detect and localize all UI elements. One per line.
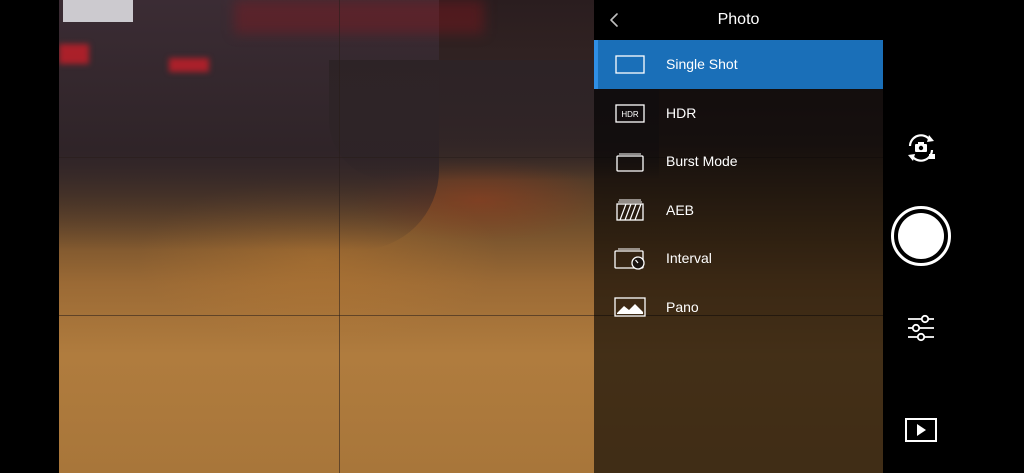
- photo-mode-list: Single Shot HDR HDR Burst Mode AEB Inter…: [594, 40, 883, 331]
- photo-mode-title: Photo: [717, 11, 760, 28]
- mode-item-burst-mode[interactable]: Burst Mode: [594, 137, 883, 186]
- viewfinder-scene-red-light: [169, 58, 209, 72]
- mode-label-interval: Interval: [666, 250, 712, 267]
- mode-label-single-shot: Single Shot: [666, 56, 738, 73]
- camera-screen: Photo Single Shot HDR HDR Burst Mode AEB…: [0, 0, 1024, 473]
- camera-settings-button[interactable]: [905, 312, 937, 344]
- camera-switch-icon: [908, 134, 935, 162]
- burst-mode-icon: [616, 153, 644, 172]
- mode-label-aeb: AEB: [666, 201, 695, 218]
- mode-item-interval[interactable]: Interval: [594, 234, 883, 283]
- viewfinder-scene-red-light: [59, 44, 89, 64]
- single-shot-icon: [615, 55, 645, 74]
- mode-item-single-shot[interactable]: Single Shot: [594, 40, 883, 89]
- hdr-icon-text: HDR: [621, 110, 639, 119]
- mode-item-pano[interactable]: Pano: [594, 283, 883, 332]
- mode-label-pano: Pano: [666, 298, 699, 315]
- shutter-icon: [898, 213, 944, 259]
- viewfinder-scene-red-glow: [234, 0, 484, 34]
- back-button[interactable]: [600, 6, 628, 34]
- sliders-icon: [908, 314, 934, 342]
- camera-control-rail: [883, 0, 1024, 473]
- grid-line-vertical: [339, 0, 340, 473]
- shutter-button[interactable]: [891, 206, 951, 266]
- camera-mode-switch-button[interactable]: [902, 130, 940, 166]
- aeb-icon: [616, 199, 644, 221]
- mode-item-aeb[interactable]: AEB: [594, 186, 883, 235]
- photo-mode-header: Photo: [594, 0, 883, 40]
- pano-icon: [614, 297, 646, 317]
- viewfinder-scene-highlight: [63, 0, 133, 22]
- mode-item-hdr[interactable]: HDR HDR: [594, 89, 883, 138]
- hdr-icon: HDR: [615, 104, 645, 123]
- mode-label-hdr: HDR: [666, 104, 697, 121]
- photo-mode-panel: Photo Single Shot HDR HDR Burst Mode AEB…: [594, 0, 883, 473]
- playback-icon: [905, 418, 937, 442]
- interval-icon: [614, 248, 645, 270]
- mode-label-burst-mode: Burst Mode: [666, 153, 738, 170]
- playback-button[interactable]: [904, 416, 938, 444]
- chevron-left-icon: [610, 13, 618, 27]
